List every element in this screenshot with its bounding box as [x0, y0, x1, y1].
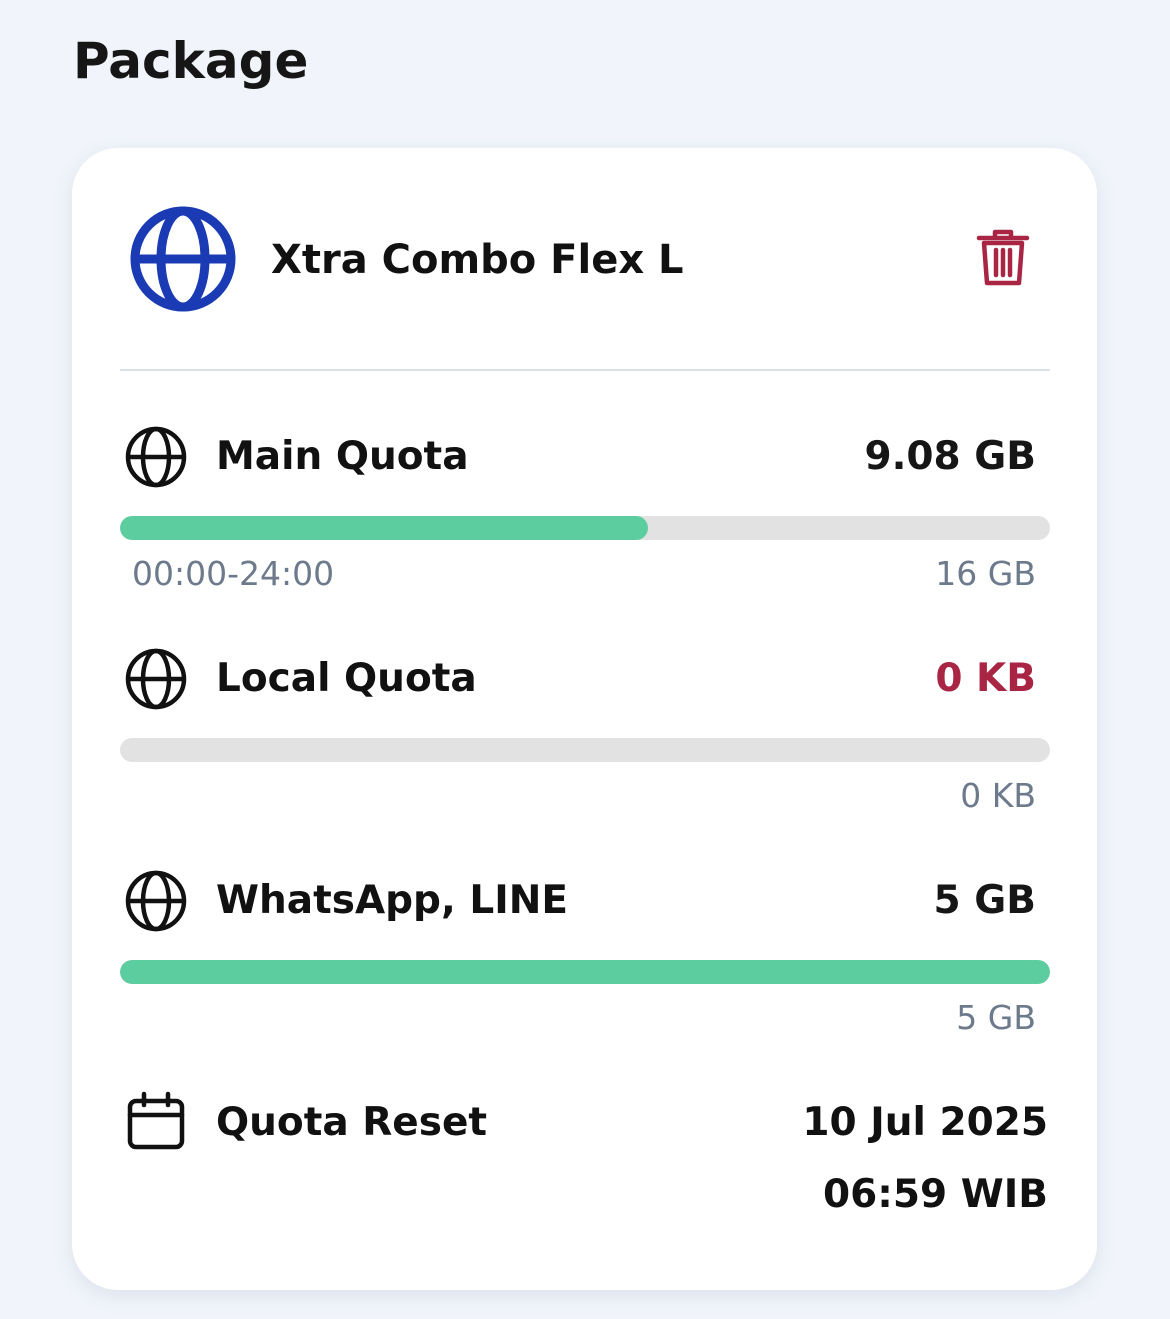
quota-reset-date: 10 Jul 2025: [802, 1100, 1048, 1145]
quota-label: WhatsApp, LINE: [216, 878, 569, 923]
package-card: Xtra Combo Flex L Main Quota 9.08 GB 00:…: [72, 148, 1097, 1290]
quota-total: 5 GB: [956, 998, 1036, 1037]
globe-icon: [124, 869, 188, 933]
globe-icon: [128, 204, 238, 314]
quota-progress-fill: [120, 960, 1050, 984]
section-title: Package: [73, 32, 309, 90]
calendar-icon: [126, 1091, 186, 1151]
quota-reset-label: Quota Reset: [216, 1100, 488, 1145]
quota-remaining: 0 KB: [935, 656, 1036, 701]
package-name: Xtra Combo Flex L: [271, 237, 684, 283]
quota-total: 0 KB: [960, 776, 1036, 815]
header-divider: [120, 369, 1050, 371]
quota-remaining: 9.08 GB: [864, 434, 1036, 479]
delete-package-button[interactable]: [968, 224, 1038, 296]
quota-total: 16 GB: [935, 554, 1036, 593]
quota-progress-fill: [120, 516, 649, 540]
quota-progress-bar: [120, 960, 1050, 984]
quota-reset-time: 06:59 WIB: [823, 1172, 1048, 1217]
quota-progress-bar: [120, 516, 1050, 540]
globe-icon: [124, 425, 188, 489]
quota-progress-bar: [120, 738, 1050, 762]
trash-icon: [976, 228, 1030, 292]
quota-remaining: 5 GB: [933, 878, 1036, 923]
quota-label: Main Quota: [216, 434, 469, 479]
quota-time-window: 00:00-24:00: [132, 554, 335, 593]
quota-label: Local Quota: [216, 656, 477, 701]
globe-icon: [124, 647, 188, 711]
